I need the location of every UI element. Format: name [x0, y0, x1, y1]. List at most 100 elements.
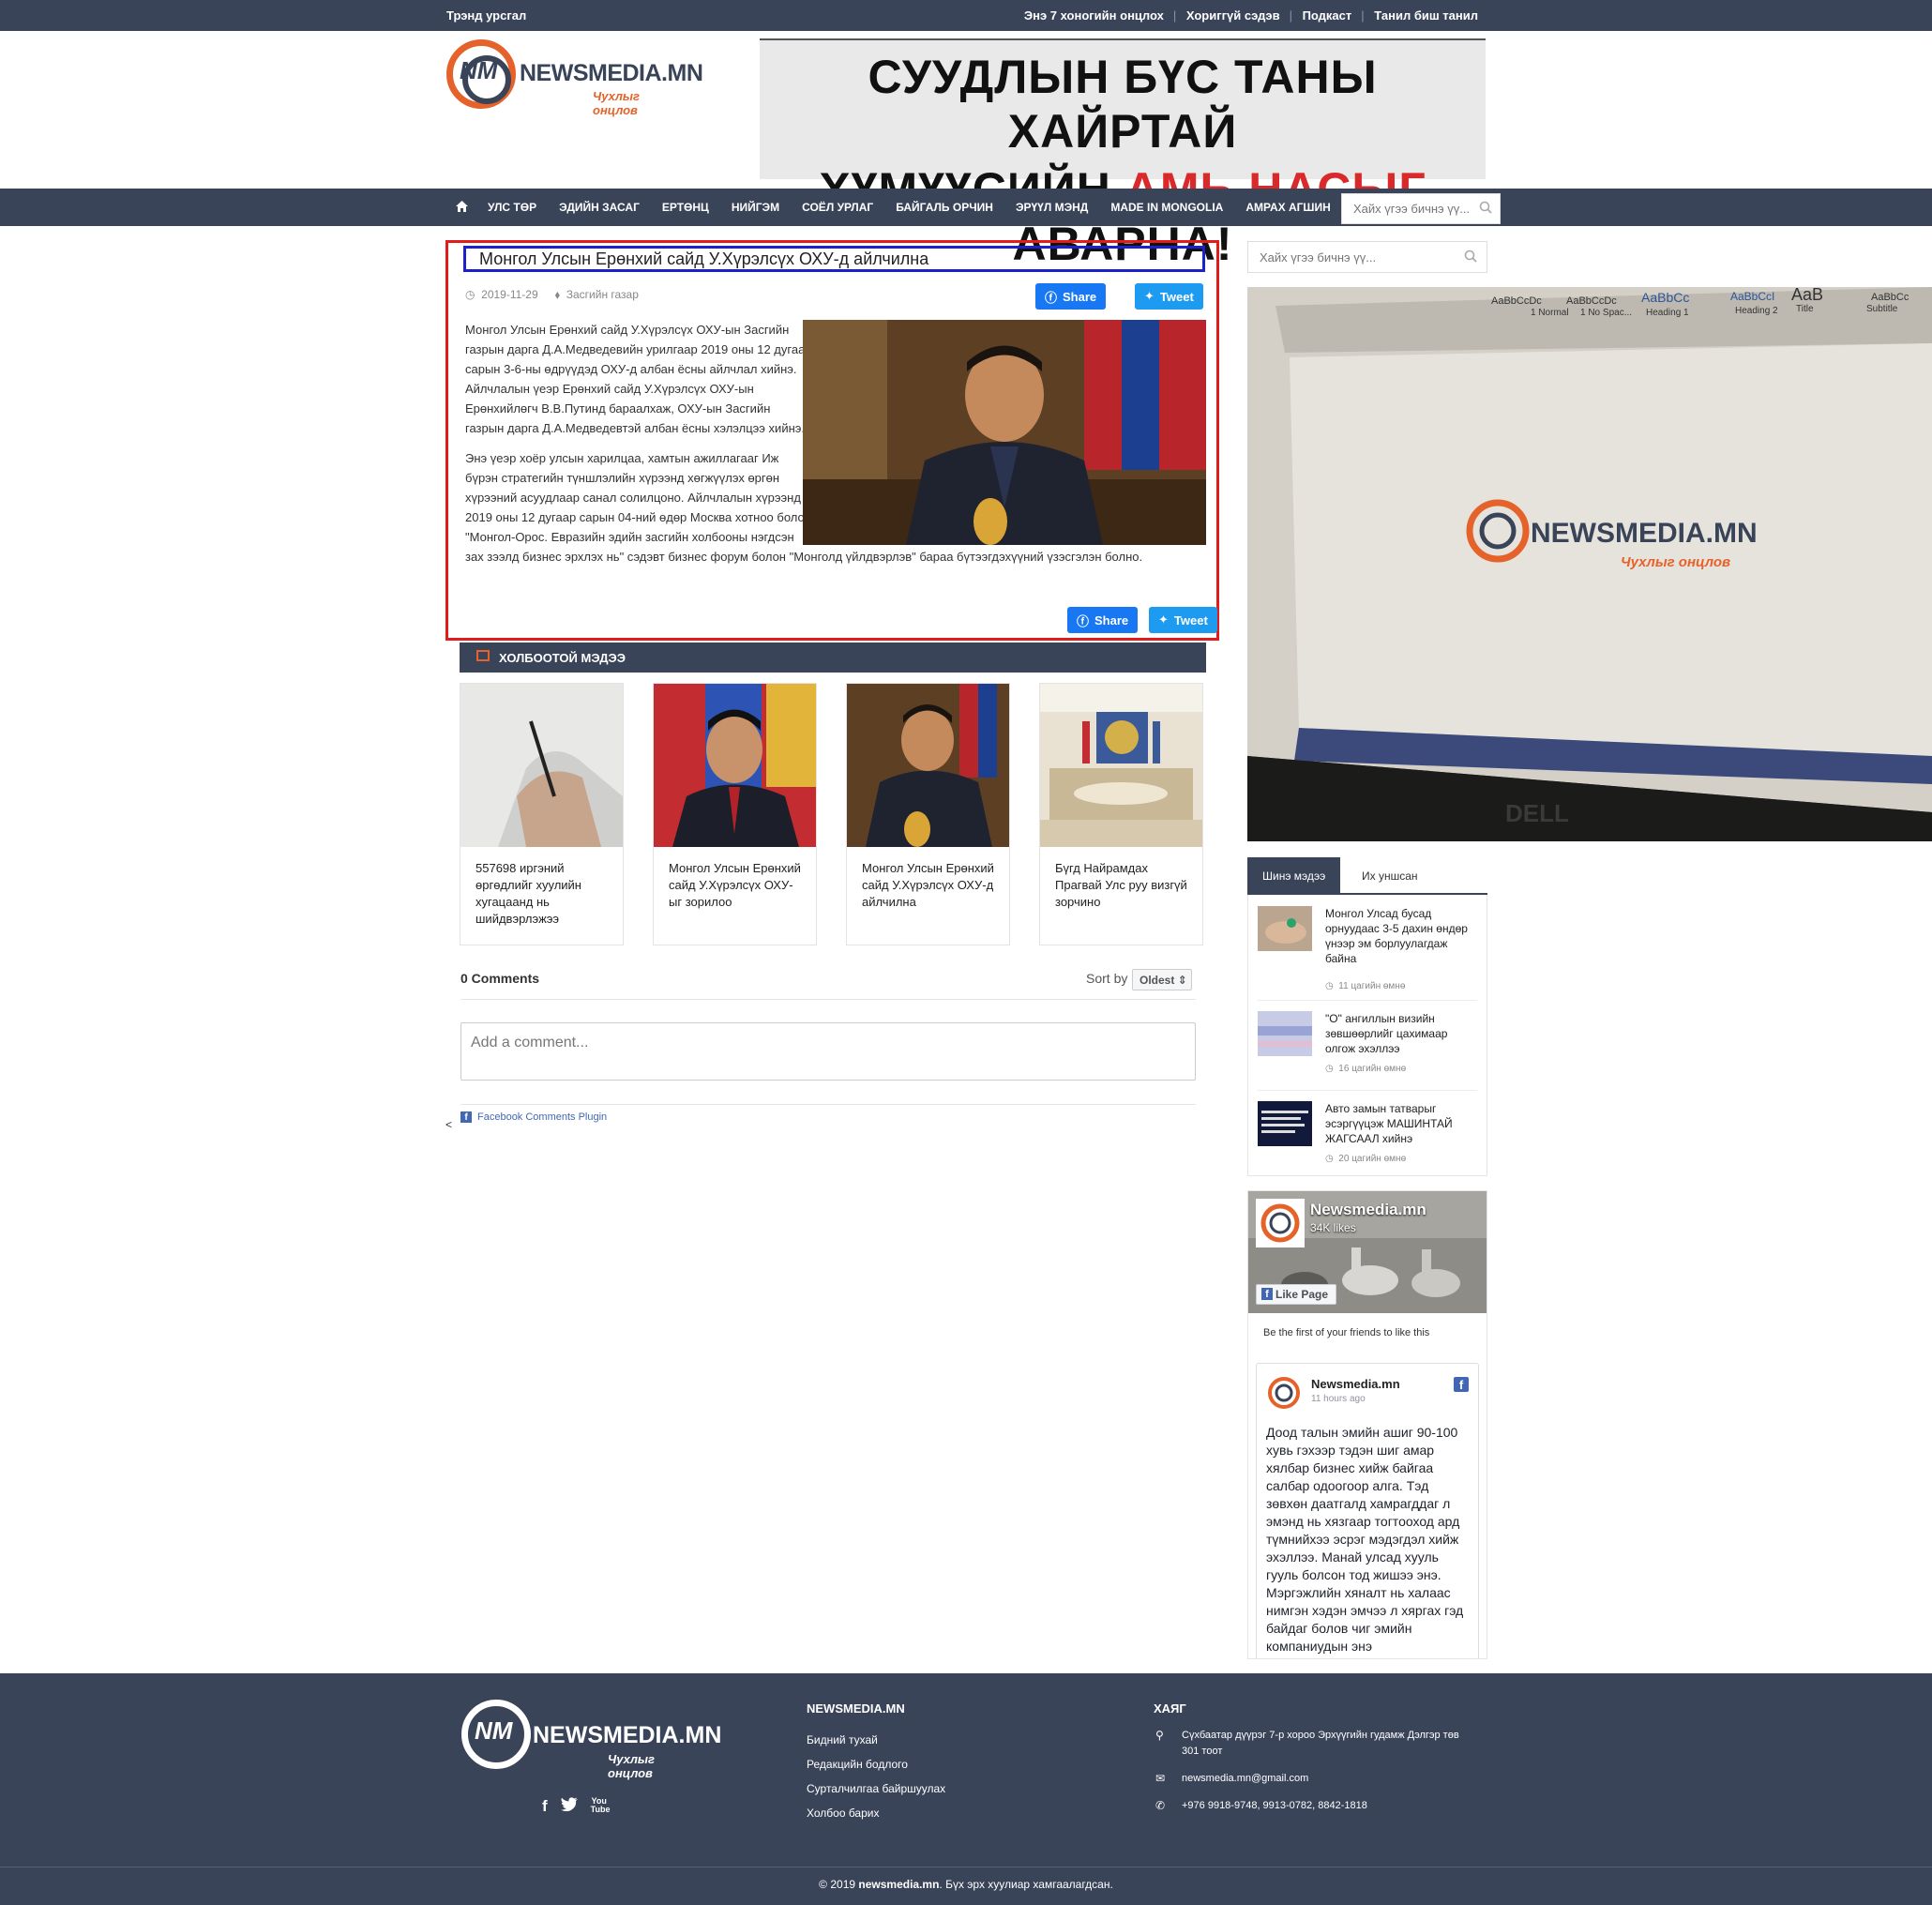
tag-icon: ⬧	[554, 288, 561, 301]
ribbon-style-name-1: 1 Normal	[1531, 308, 1569, 318]
nav-search-input[interactable]	[1342, 194, 1473, 223]
ribbon-style-5: AaB	[1791, 287, 1823, 304]
article-photo	[803, 320, 1206, 545]
facebook-icon: f	[1454, 1377, 1469, 1392]
footer-col2-title: ХАЯГ	[1154, 1701, 1186, 1716]
list-item[interactable]: "О" ангиллын визийн зөвшөөрлийг цахимаар…	[1258, 1011, 1477, 1101]
ribbon-style-name-5: Title	[1796, 304, 1814, 314]
latest-news-list: Монгол Улсад бусад орнуудаас 3-5 дахин ө…	[1247, 895, 1487, 1176]
footer-link-about[interactable]: Бидний тухай	[807, 1728, 945, 1752]
header-ad-banner[interactable]: СУУДЛЫН БҮС ТАНЫ ХАЙРТАЙ ХҮМҮҮСИЙН АМЬ Н…	[760, 38, 1486, 270]
site-logo[interactable]: NM NEWSMEDIA.MN Чухлыг онцлов	[446, 39, 703, 117]
related-card[interactable]: Монгол Улсын Ерөнхий сайд У.Хүрэлсүх ОХУ…	[653, 683, 817, 945]
related-card[interactable]: Монгол Улсын Ерөнхий сайд У.Хүрэлсүх ОХУ…	[846, 683, 1010, 945]
main-nav: УЛС ТӨР ЭДИЙН ЗАСАГ ЕРТӨНЦ НИЙГЭМ СОЁЛ У…	[0, 189, 1932, 226]
divider	[460, 1104, 1196, 1105]
twitter-icon[interactable]	[560, 1797, 578, 1816]
fb-friends-text: Be the first of your friends to like thi…	[1263, 1327, 1430, 1338]
news-time: ◷ 16 цагийн өмнө	[1325, 1064, 1407, 1074]
clock-icon: ◷	[1325, 1064, 1334, 1074]
sidebar-ad-image[interactable]: AaBbCcDc 1 Normal AaBbCcDc 1 No Spac... …	[1247, 287, 1932, 841]
top-links: Энэ 7 хоногийн онцлох Хориггүй сэдэв Под…	[1024, 8, 1478, 23]
related-thumb	[847, 684, 1009, 847]
fb-post-author[interactable]: Newsmedia.mn	[1311, 1377, 1400, 1391]
sidebar-tabs: Шинэ мэдээ Их уншсан	[1247, 857, 1487, 895]
search-icon[interactable]	[1479, 201, 1492, 218]
article-meta: ◷ 2019-11-29 ⬧ Засгийн газар	[465, 288, 639, 302]
nav-item-society[interactable]: НИЙГЭМ	[720, 201, 791, 214]
divider	[1258, 1000, 1477, 1001]
news-time: ◷ 20 цагийн өмнө	[1325, 1154, 1407, 1164]
nav-item-made-in-mongolia[interactable]: MADE IN MONGOLIA	[1099, 201, 1234, 214]
news-thumb	[1258, 906, 1312, 951]
twitter-icon: ✦	[1144, 289, 1155, 303]
nav-item-leisure[interactable]: АМРАХ АГШИН	[1234, 201, 1341, 214]
news-thumb	[1258, 1011, 1312, 1056]
list-item[interactable]: Монгол Улсад бусад орнуудаас 3-5 дахин ө…	[1258, 906, 1477, 996]
youtube-icon[interactable]: You Tube	[591, 1797, 611, 1816]
related-card[interactable]: 557698 иргэний өргөдлийг хуулийн хугацаа…	[460, 683, 624, 945]
back-arrow[interactable]: <	[445, 1118, 452, 1131]
footer-logo[interactable]: NM NEWSMEDIA.MN Чухлыг онцлов	[461, 1700, 721, 1780]
fb-page-likes: 34K likes	[1310, 1221, 1356, 1234]
nav-item-politics[interactable]: УЛС ТӨР	[476, 201, 548, 214]
fb-like-page-button[interactable]: Like Page	[1256, 1284, 1337, 1305]
article: Монгол Улсын Ерөнхий сайд У.Хүрэлсүх ОХУ…	[445, 240, 1219, 641]
home-icon[interactable]	[446, 200, 476, 215]
clock-icon: ◷	[1325, 1154, 1334, 1164]
sidebar-search-input[interactable]	[1248, 242, 1445, 272]
tab-most-read[interactable]: Их уншсан	[1347, 857, 1433, 893]
news-title: Монгол Улсад бусад орнуудаас 3-5 дахин ө…	[1325, 907, 1468, 965]
ribbon-style-3: AaBbCc	[1641, 290, 1689, 305]
related-title: 557698 иргэний өргөдлийг хуулийн хугацаа…	[475, 861, 581, 926]
nav-item-culture[interactable]: СОЁЛ УРЛАГ	[791, 201, 884, 214]
comment-input[interactable]: Add a comment...	[460, 1022, 1196, 1081]
facebook-share-button-bottom[interactable]: ⓕ Share	[1067, 607, 1139, 633]
nav-item-environment[interactable]: БАЙГАЛЬ ОРЧИН	[884, 201, 1004, 214]
search-icon[interactable]	[1464, 249, 1477, 266]
news-title: Авто замын татварыг эсэргүүцэж МАШИНТАЙ …	[1325, 1102, 1453, 1145]
fb-page-avatar[interactable]	[1256, 1199, 1305, 1247]
ribbon-style-6: AaBbCc	[1871, 292, 1909, 303]
top-link-unlimited[interactable]: Хориггүй сэдэв	[1173, 8, 1280, 23]
facebook-icon[interactable]: f	[542, 1797, 548, 1816]
footer-col1-title: NEWSMEDIA.MN	[807, 1701, 905, 1716]
fb-page-name[interactable]: Newsmedia.mn	[1310, 1201, 1426, 1219]
divider	[460, 999, 1196, 1000]
nav-item-health[interactable]: ЭРҮҮЛ МЭНД	[1004, 201, 1099, 214]
map-pin-icon: ⚲	[1155, 1729, 1164, 1742]
facebook-icon: ⓕ	[1045, 290, 1058, 305]
ribbon-style-name-4: Heading 2	[1735, 306, 1778, 316]
facebook-share-button-top[interactable]: ⓕ Share	[1035, 283, 1107, 310]
top-link-weekly[interactable]: Энэ 7 хоногийн онцлох	[1024, 8, 1164, 23]
footer-links: Бидний тухай Редакцийн бодлого Сурталчил…	[807, 1728, 945, 1825]
article-category[interactable]: ⬧ Засгийн газар	[555, 288, 639, 302]
newspaper-icon	[476, 650, 490, 661]
tweet-button-top[interactable]: ✦ Tweet	[1135, 283, 1203, 310]
footer-link-advertise[interactable]: Сурталчилгаа байршуулах	[807, 1776, 945, 1801]
related-card[interactable]: Бүгд Найрамдах Прагвай Улс руу визгүй зо…	[1039, 683, 1203, 945]
ad-tagline: Чухлыг онцлов	[1621, 554, 1730, 570]
footer-link-editorial-policy[interactable]: Редакцийн бодлого	[807, 1752, 945, 1776]
article-title-box: Монгол Улсын Ерөнхий сайд У.Хүрэлсүх ОХУ…	[463, 246, 1205, 272]
ribbon-style-name-2: 1 No Spac...	[1580, 308, 1632, 318]
facebook-icon: f	[460, 1111, 472, 1123]
fb-post-avatar[interactable]	[1266, 1375, 1302, 1411]
nav-search	[1341, 193, 1501, 224]
sort-select[interactable]: Oldest ⇕	[1132, 969, 1192, 990]
address-row: ⚲ Сүхбаатар дүүрэг 7-р хороо Эрхүүгийн гу…	[1155, 1729, 1459, 1757]
nav-item-world[interactable]: ЕРТӨНЦ	[651, 201, 720, 214]
nav-item-economy[interactable]: ЭДИЙН ЗАСАГ	[548, 201, 651, 214]
tab-latest[interactable]: Шинэ мэдээ	[1247, 857, 1341, 893]
facebook-comments-plugin-link[interactable]: f Facebook Comments Plugin	[460, 1111, 607, 1123]
ribbon-style-name-6: Subtitle	[1866, 304, 1898, 314]
list-item[interactable]: Авто замын татварыг эсэргүүцэж МАШИНТАЙ …	[1258, 1101, 1477, 1191]
top-link-stranger[interactable]: Танил биш танил	[1361, 8, 1478, 23]
trend-link[interactable]: Трэнд урсгал	[446, 8, 526, 23]
fb-post-time: 11 hours ago	[1311, 1394, 1366, 1404]
footer-link-contact[interactable]: Холбоо барих	[807, 1801, 945, 1825]
top-link-podcast[interactable]: Подкаст	[1290, 8, 1352, 23]
tweet-button-bottom[interactable]: ✦ Tweet	[1149, 607, 1217, 633]
article-date: ◷ 2019-11-29	[465, 288, 538, 301]
copyright: © 2019 newsmedia.mn. Бүх эрх хуулиар хам…	[819, 1878, 1113, 1891]
